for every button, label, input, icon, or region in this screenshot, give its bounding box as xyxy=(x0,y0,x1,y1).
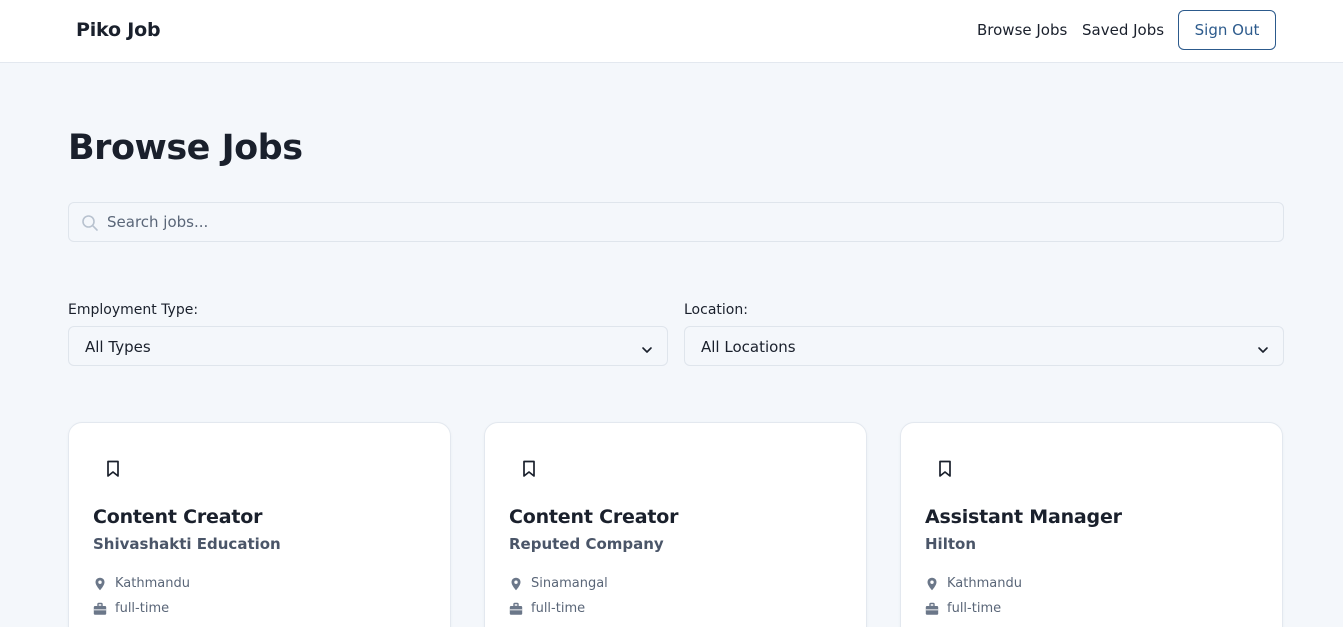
sign-out-button[interactable]: Sign Out xyxy=(1178,10,1276,50)
job-location: Kathmandu xyxy=(925,575,1022,591)
location-label: Location: xyxy=(684,302,748,318)
job-type: full-time xyxy=(509,600,585,616)
location-value: All Locations xyxy=(701,338,796,356)
page-title: Browse Jobs xyxy=(68,128,303,168)
chevron-down-icon xyxy=(1257,341,1269,353)
location-select[interactable]: All Locations xyxy=(684,326,1284,366)
job-location: Kathmandu xyxy=(93,575,190,591)
job-card[interactable]: Content Creator Shivashakti Education Ka… xyxy=(68,422,451,627)
map-pin-icon xyxy=(93,576,107,591)
job-title[interactable]: Content Creator xyxy=(93,506,262,528)
briefcase-icon xyxy=(509,601,523,615)
employment-type-value: All Types xyxy=(85,338,151,356)
nav-browse-jobs[interactable]: Browse Jobs xyxy=(977,21,1067,39)
job-title[interactable]: Content Creator xyxy=(509,506,678,528)
briefcase-icon xyxy=(925,601,939,615)
top-navbar: Piko Job Browse Jobs Saved Jobs Sign Out xyxy=(0,0,1343,63)
briefcase-icon xyxy=(93,601,107,615)
chevron-down-icon xyxy=(641,341,653,353)
bookmark-icon[interactable] xyxy=(938,460,952,478)
brand-logo[interactable]: Piko Job xyxy=(76,19,161,41)
job-location: Sinamangal xyxy=(509,575,608,591)
job-company: Shivashakti Education xyxy=(93,535,281,553)
job-location-text: Sinamangal xyxy=(531,575,608,591)
job-type: full-time xyxy=(925,600,1001,616)
map-pin-icon xyxy=(509,576,523,591)
search-icon xyxy=(81,214,99,232)
job-type: full-time xyxy=(93,600,169,616)
job-title[interactable]: Assistant Manager xyxy=(925,506,1122,528)
job-location-text: Kathmandu xyxy=(947,575,1022,591)
job-type-text: full-time xyxy=(115,600,170,616)
job-card[interactable]: Assistant Manager Hilton Kathmandu full-… xyxy=(900,422,1283,627)
map-pin-icon xyxy=(925,576,939,591)
search-input[interactable] xyxy=(107,203,1277,241)
job-location-text: Kathmandu xyxy=(115,575,190,591)
nav-saved-jobs[interactable]: Saved Jobs xyxy=(1082,21,1164,39)
employment-type-label: Employment Type: xyxy=(68,302,199,318)
job-type-text: full-time xyxy=(531,600,586,616)
bookmark-icon[interactable] xyxy=(106,460,120,478)
job-type-text: full-time xyxy=(947,600,1002,616)
job-company: Hilton xyxy=(925,535,976,553)
job-company: Reputed Company xyxy=(509,535,664,553)
bookmark-icon[interactable] xyxy=(522,460,536,478)
search-bar xyxy=(68,202,1284,242)
employment-type-select[interactable]: All Types xyxy=(68,326,668,366)
job-card[interactable]: Content Creator Reputed Company Sinamang… xyxy=(484,422,867,627)
